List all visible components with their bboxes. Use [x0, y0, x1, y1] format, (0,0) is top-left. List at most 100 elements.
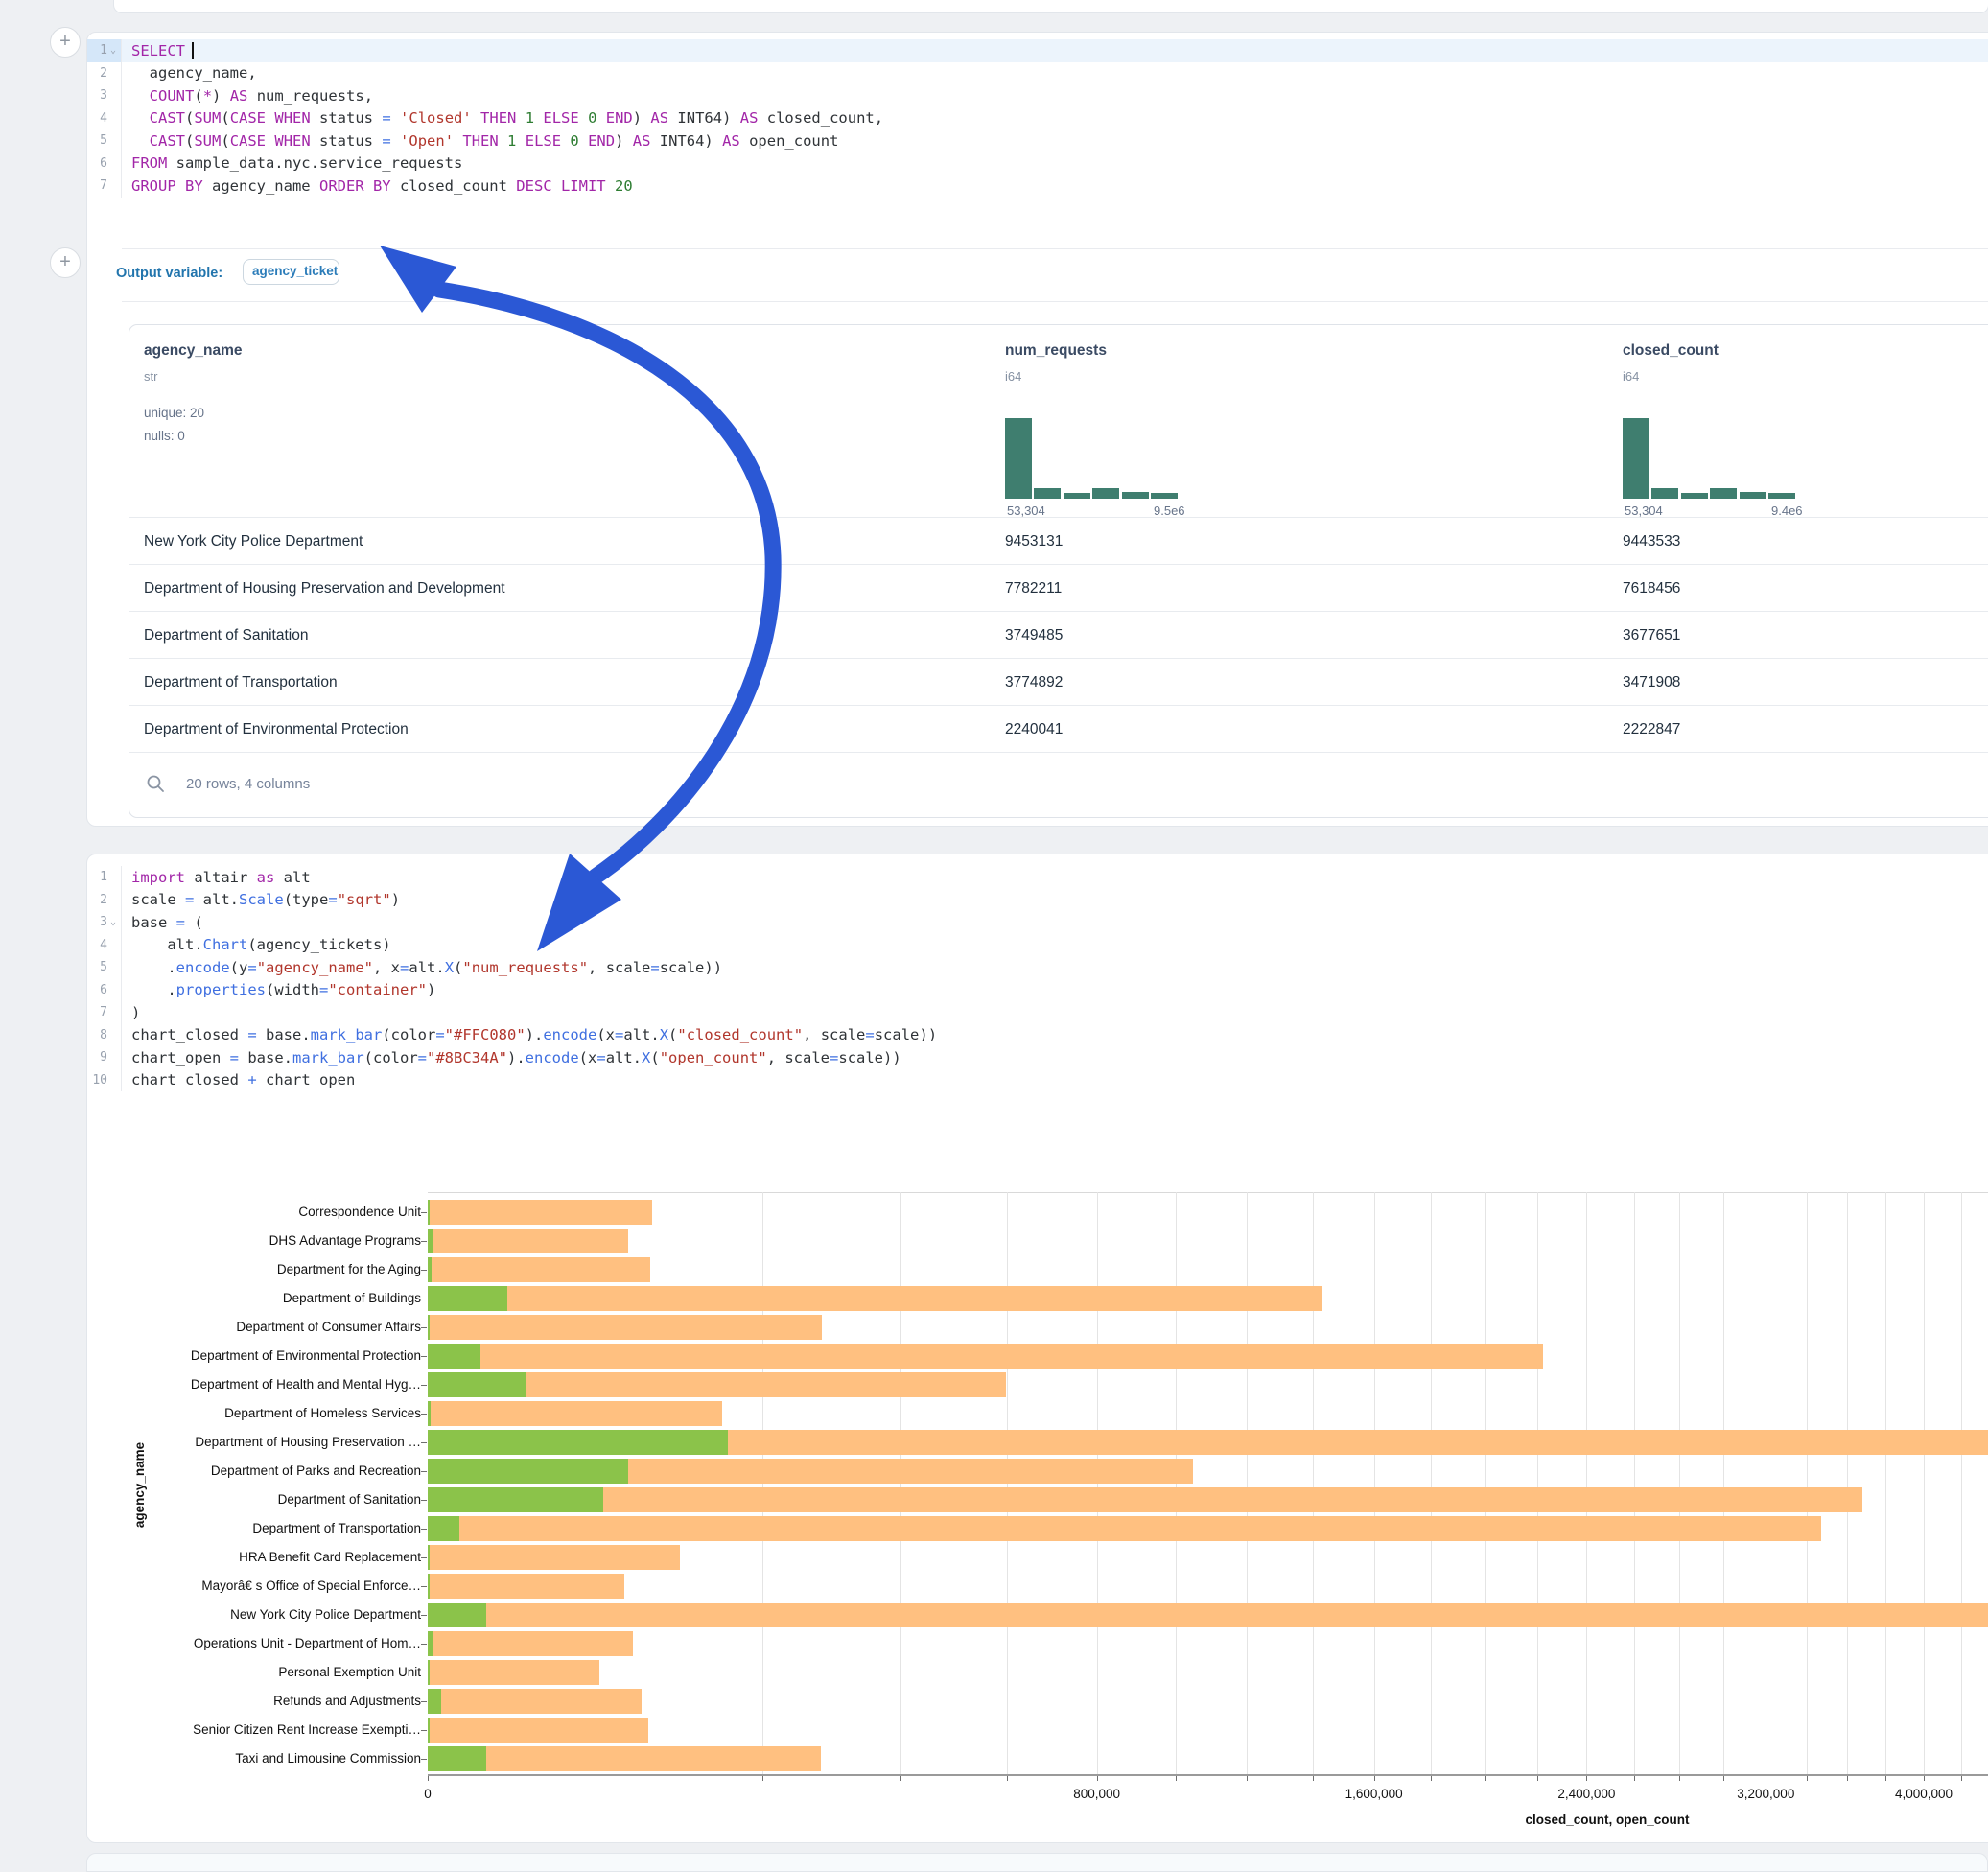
line-number: 2 [87, 62, 122, 85]
gridline [1924, 1192, 1925, 1774]
table-row[interactable]: Department of Sanitation37494853677651 [129, 611, 1988, 659]
y-axis-label: Personal Exemption Unit [278, 1658, 421, 1687]
gridline [1313, 1192, 1314, 1774]
table-cell: 7782211 [1005, 565, 1062, 612]
code-line[interactable]: 7GROUP BY agency_name ORDER BY closed_co… [87, 175, 1988, 198]
line-number-text: 7 [90, 178, 107, 193]
histogram-bar [1151, 493, 1178, 499]
x-axis-tick [1586, 1776, 1587, 1781]
table-cell: Department of Environmental Protection [144, 706, 409, 753]
x-axis-tick [1679, 1776, 1680, 1781]
code-line[interactable]: 6FROM sample_data.nyc.service_requests [87, 152, 1988, 176]
y-axis-tick [421, 1557, 427, 1558]
line-number-text: 5 [90, 133, 107, 148]
table-row[interactable]: Department of Housing Preservation and D… [129, 564, 1988, 612]
sql-code-editor[interactable]: 1⌄SELECT2 agency_name,3 COUNT(*) AS num_… [87, 39, 1988, 198]
line-number: 1⌄ [87, 39, 122, 62]
histogram-max-label: 9.4e6 [1771, 503, 1803, 518]
gridline [1374, 1192, 1375, 1774]
notebook-page: { "accent_colors": { "arrow_blue": "#2b5… [0, 0, 1988, 1864]
column-header-agency-name[interactable]: agency_name str unique: 20 nulls: 0 [144, 325, 988, 517]
bar-closed_count [428, 1401, 722, 1426]
bar-open_count [428, 1200, 430, 1225]
histogram-bar [1768, 493, 1795, 499]
bar-open_count [428, 1372, 526, 1397]
y-axis-tick [421, 1385, 427, 1386]
y-axis-label: Refunds and Adjustments [273, 1687, 421, 1716]
code-line[interactable]: 3 COUNT(*) AS num_requests, [87, 84, 1988, 107]
gridline [1807, 1192, 1808, 1774]
y-axis-tick [421, 1442, 427, 1443]
x-axis-tick [1847, 1776, 1848, 1781]
y-axis-tick [421, 1615, 427, 1616]
add-cell-button[interactable]: + [50, 247, 81, 278]
column-header-num-requests[interactable]: num_requests i64 53,304 9.5e6 [1005, 325, 1600, 517]
bar-closed_count [428, 1574, 624, 1599]
next-cell-fragment [86, 1853, 1988, 1872]
output-variable-label: Output variable: [116, 266, 222, 281]
x-axis-tick [1634, 1776, 1635, 1781]
y-axis-label: Department of Sanitation [278, 1486, 421, 1514]
table-cell: 3471908 [1623, 659, 1680, 706]
bar-closed_count [428, 1344, 1543, 1369]
column-type: i64 [1623, 369, 1639, 384]
bar-open_count [428, 1746, 486, 1771]
code-line[interactable]: 1⌄SELECT [87, 39, 1988, 62]
y-axis-tick [421, 1414, 427, 1415]
y-axis-title: agency_name [132, 1442, 147, 1528]
bar-open_count [428, 1257, 432, 1282]
histogram-min-label: 53,304 [1007, 503, 1045, 518]
table-row[interactable]: Department of Transportation377489234719… [129, 658, 1988, 706]
table-cell: 3749485 [1005, 612, 1063, 659]
y-axis-tick [421, 1730, 427, 1731]
code-line[interactable]: 2 agency_name, [87, 62, 1988, 85]
column-stat-nulls: nulls: 0 [144, 429, 185, 443]
y-axis-tick [421, 1471, 427, 1472]
y-axis-label: DHS Advantage Programs [269, 1227, 421, 1255]
y-axis-label: Mayorâ€ s Office of Special Enforce… [201, 1572, 421, 1601]
bar-open_count [428, 1516, 459, 1541]
gridline [1485, 1192, 1486, 1774]
table-footer: 20 rows, 4 columns [129, 752, 1988, 818]
bar-open_count [428, 1315, 430, 1340]
histogram-max-label: 9.5e6 [1154, 503, 1185, 518]
column-header-closed-count[interactable]: closed_count i64 53,304 9.4e6 [1623, 325, 1988, 517]
gridline [1847, 1192, 1848, 1774]
table-cell: 3677651 [1623, 612, 1680, 659]
table-row[interactable]: New York City Police Department945313194… [129, 517, 1988, 565]
table-cell: 7618456 [1623, 565, 1680, 612]
code-text: CAST(SUM(CASE WHEN status = 'Closed' THE… [122, 109, 883, 127]
bar-open_count [428, 1603, 486, 1627]
y-axis-label: Operations Unit - Department of Hom… [194, 1629, 421, 1658]
y-axis-tick [421, 1327, 427, 1328]
code-line[interactable]: 5 CAST(SUM(CASE WHEN status = 'Open' THE… [87, 129, 1988, 152]
fold-chevron-icon[interactable]: ⌄ [107, 46, 119, 56]
result-table: agency_name str unique: 20 nulls: 0 num_… [129, 324, 1988, 818]
x-axis-tick [762, 1776, 763, 1781]
column-name: agency_name [144, 342, 243, 360]
bar-open_count [428, 1401, 431, 1426]
column-type: i64 [1005, 369, 1021, 384]
bar-closed_count [428, 1631, 633, 1656]
y-axis-label: Department for the Aging [277, 1255, 421, 1284]
bar-open_count [428, 1459, 628, 1484]
code-text: COUNT(*) AS num_requests, [122, 87, 373, 105]
gridline [1586, 1192, 1587, 1774]
x-axis-tick [1097, 1776, 1098, 1781]
add-cell-button[interactable]: + [50, 27, 81, 58]
bar-closed_count [428, 1660, 599, 1685]
x-axis-tick [1007, 1776, 1008, 1781]
output-variable-pill[interactable]: agency_tickets [243, 259, 339, 285]
x-axis-tick [1247, 1776, 1248, 1781]
column-stat-unique: unique: 20 [144, 406, 204, 420]
bar-closed_count [428, 1746, 821, 1771]
code-line[interactable]: 4 CAST(SUM(CASE WHEN status = 'Closed' T… [87, 107, 1988, 130]
histogram-bar [1064, 493, 1090, 499]
table-row[interactable]: Department of Environmental Protection22… [129, 705, 1988, 753]
x-axis-line [428, 1774, 1988, 1776]
x-axis-tick [900, 1776, 901, 1781]
x-axis-tick [1961, 1776, 1962, 1781]
previous-cell-fragment [113, 0, 1988, 13]
bar-closed_count [428, 1257, 650, 1282]
search-icon[interactable] [146, 774, 165, 793]
